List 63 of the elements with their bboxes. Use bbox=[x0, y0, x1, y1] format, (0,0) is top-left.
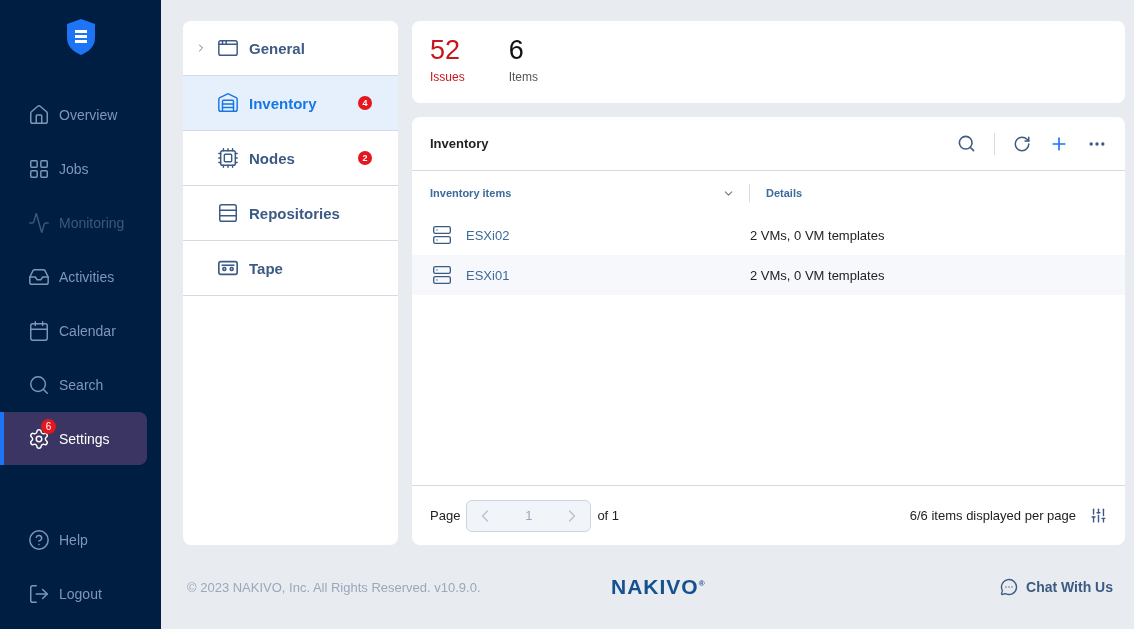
item-link[interactable]: ESXi02 bbox=[466, 227, 510, 243]
chat-link[interactable]: Chat With Us bbox=[1000, 578, 1113, 596]
sidebar-item[interactable]: Jobs bbox=[0, 142, 147, 195]
sidebar-label: Activities bbox=[59, 268, 115, 285]
page-label: Page bbox=[430, 508, 461, 523]
sidebar-label: Monitoring bbox=[59, 214, 125, 231]
sidebar-item[interactable]: 6 Settings bbox=[0, 412, 147, 465]
sidebar-item[interactable]: Help bbox=[0, 513, 147, 566]
settings-menu-item[interactable]: General bbox=[183, 21, 398, 76]
help-icon bbox=[28, 528, 50, 551]
grid-icon bbox=[28, 157, 50, 180]
menu-label: Repositories bbox=[249, 204, 340, 222]
brand-logo: NAKIVO$^{®}$ bbox=[611, 575, 706, 599]
refresh-icon[interactable] bbox=[1013, 134, 1031, 153]
column-header[interactable]: Details bbox=[766, 187, 803, 199]
menu-label: General bbox=[249, 39, 305, 57]
column-header[interactable]: Inventory items bbox=[430, 187, 512, 199]
items-summary: 6/6 items displayed per page bbox=[909, 508, 1076, 523]
table-cell: 2 VMs, 0 VM templates bbox=[750, 267, 885, 283]
sidebar-label: Jobs bbox=[59, 160, 89, 177]
sidebar-label: Calendar bbox=[59, 322, 116, 339]
copyright-text: © 2023 NAKIVO, Inc. All Rights Reserved. v10.9.0. bbox=[187, 579, 482, 595]
settings-menu-item[interactable]: Inventory 4 bbox=[183, 76, 398, 131]
chat-label: Chat With Us bbox=[1026, 579, 1113, 595]
notification-badge: 2 bbox=[358, 151, 372, 165]
sidebar-label: Help bbox=[59, 531, 88, 548]
menu-label: Inventory bbox=[249, 94, 317, 112]
menu-label: Nodes bbox=[249, 149, 295, 167]
window-gear-icon bbox=[217, 37, 239, 59]
notification-badge: 4 bbox=[358, 96, 372, 110]
server-icon bbox=[432, 265, 452, 285]
card-title: Inventory bbox=[430, 136, 489, 151]
chart-icon bbox=[28, 211, 50, 234]
page-total: of 1 bbox=[597, 508, 620, 523]
sidebar-label: Search bbox=[59, 376, 104, 393]
chip-icon bbox=[217, 147, 239, 169]
sidebar-item[interactable]: Logout bbox=[0, 567, 147, 620]
shield-logo-icon bbox=[65, 18, 96, 56]
logout-icon bbox=[28, 582, 50, 605]
stat-label: Items bbox=[508, 70, 539, 84]
chat-bubble-icon bbox=[1000, 578, 1018, 596]
item-link[interactable]: ESXi01 bbox=[466, 267, 510, 283]
sidebar-item[interactable]: Activities bbox=[0, 250, 147, 303]
notification-badge: 6 bbox=[41, 418, 56, 434]
sidebar-item[interactable]: Search bbox=[0, 358, 147, 411]
sidebar-label: Logout bbox=[59, 585, 102, 602]
stat-value: 6 bbox=[508, 35, 525, 66]
sidebar-item[interactable]: Overview bbox=[0, 88, 147, 141]
table-cell: 2 VMs, 0 VM templates bbox=[750, 227, 885, 243]
sliders-icon[interactable] bbox=[1090, 507, 1107, 524]
stat-label: Issues bbox=[430, 70, 465, 84]
sidebar-item[interactable]: Calendar bbox=[0, 304, 147, 357]
calendar-icon bbox=[28, 319, 50, 342]
warehouse-icon bbox=[217, 92, 239, 114]
home-icon bbox=[28, 103, 50, 126]
menu-label: Tape bbox=[249, 259, 283, 277]
server-icon bbox=[432, 225, 452, 245]
stat-value: 52 bbox=[430, 35, 462, 66]
search-icon bbox=[28, 373, 50, 396]
sidebar-label: Settings bbox=[59, 430, 110, 447]
rows-icon bbox=[217, 202, 239, 224]
sidebar-label: Overview bbox=[59, 106, 118, 123]
search-icon[interactable] bbox=[957, 134, 976, 153]
